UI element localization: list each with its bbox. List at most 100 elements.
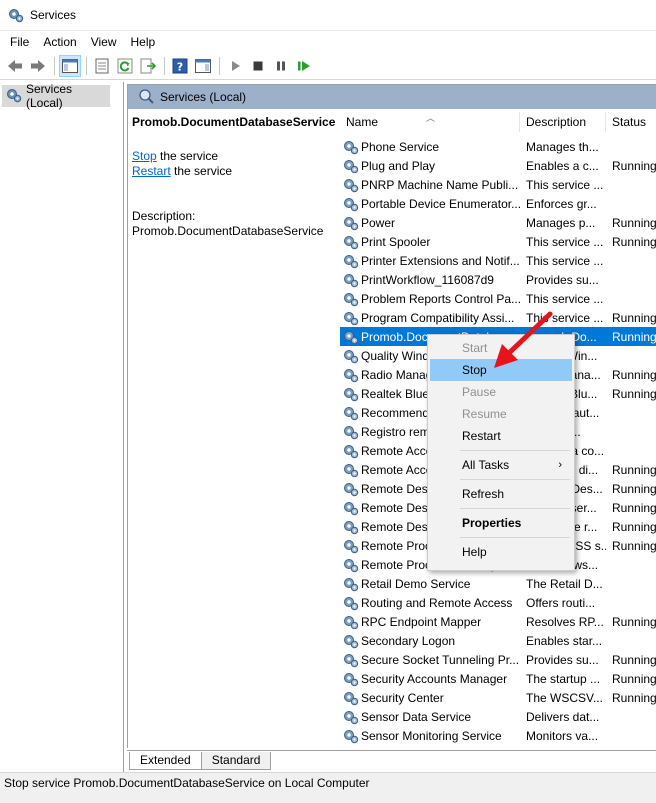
service-gear-icon bbox=[343, 576, 359, 592]
service-status: Running bbox=[612, 158, 656, 173]
service-gear-icon bbox=[343, 557, 359, 573]
start-service-icon[interactable] bbox=[224, 55, 246, 77]
table-row[interactable]: Print Spooler This service ... Running bbox=[340, 232, 656, 251]
pause-service-icon[interactable] bbox=[270, 55, 292, 77]
service-description: Resolves RP... bbox=[526, 614, 604, 629]
table-row[interactable]: RPC Endpoint Mapper Resolves RP... Running bbox=[340, 612, 656, 631]
table-row[interactable]: Retail Demo Service The Retail D... bbox=[340, 574, 656, 593]
menu-item-restart[interactable]: Restart bbox=[430, 425, 572, 447]
service-status: Running bbox=[612, 310, 656, 325]
service-name-cell: Phone Service bbox=[340, 139, 520, 155]
menu-item-help[interactable]: Help bbox=[430, 541, 572, 563]
table-row[interactable]: Printer Extensions and Notif... This serv… bbox=[340, 251, 656, 270]
service-name: Security Accounts Manager bbox=[361, 671, 508, 686]
content-header-title: Services (Local) bbox=[160, 90, 247, 104]
stop-service-icon[interactable] bbox=[247, 55, 269, 77]
action-pane-icon[interactable] bbox=[192, 55, 214, 77]
toolbar-separator bbox=[219, 57, 220, 75]
table-row[interactable]: Routing and Remote Access Offers routi... bbox=[340, 593, 656, 612]
restart-link-suffix: the service bbox=[170, 164, 233, 178]
list-header: ︿ Name Description Status bbox=[340, 109, 656, 137]
service-status: Running bbox=[612, 538, 656, 553]
show-hide-console-tree-icon[interactable] bbox=[59, 55, 81, 77]
column-header-status[interactable]: Status bbox=[606, 112, 656, 132]
back-arrow-icon[interactable] bbox=[4, 55, 26, 77]
sort-ascending-icon: ︿ bbox=[426, 113, 436, 123]
service-status: Running bbox=[612, 614, 656, 629]
table-row[interactable]: PrintWorkflow_116087d9 Provides su... bbox=[340, 270, 656, 289]
menu-item-pause[interactable]: Pause bbox=[430, 381, 572, 403]
magnifier-gear-icon bbox=[138, 88, 154, 107]
restart-service-icon[interactable] bbox=[293, 55, 315, 77]
menu-separator bbox=[460, 450, 570, 451]
menu-separator bbox=[460, 537, 570, 538]
menu-help[interactable]: Help bbox=[124, 31, 163, 53]
table-row[interactable]: Phone Service Manages th... bbox=[340, 137, 656, 156]
service-gear-icon bbox=[343, 196, 359, 212]
service-status: Running bbox=[612, 671, 656, 686]
service-description: Manages p... bbox=[526, 215, 596, 230]
window-title: Services bbox=[30, 8, 77, 22]
service-gear-icon bbox=[343, 519, 359, 535]
service-name-cell: Power bbox=[340, 215, 520, 231]
menu-action[interactable]: Action bbox=[36, 31, 83, 53]
service-status: Running bbox=[612, 234, 656, 249]
service-name: Routing and Remote Access bbox=[361, 595, 513, 610]
service-gear-icon bbox=[343, 158, 359, 174]
refresh-icon[interactable] bbox=[114, 55, 136, 77]
tree-item-services-local[interactable]: Services (Local) bbox=[2, 82, 110, 110]
service-name-cell: Security Accounts Manager bbox=[340, 671, 520, 687]
service-name: Plug and Play bbox=[361, 158, 436, 173]
service-gear-icon bbox=[343, 310, 359, 326]
description-pane: Promob.DocumentDatabaseService Stop the … bbox=[132, 115, 335, 239]
service-description: Offers routi... bbox=[526, 595, 596, 610]
menu-file[interactable]: File bbox=[0, 31, 36, 53]
forward-arrow-icon[interactable] bbox=[27, 55, 49, 77]
tab-standard[interactable]: Standard bbox=[200, 752, 272, 770]
table-row[interactable]: Security Center The WSCSV... Running bbox=[340, 688, 656, 707]
service-description: Enables star... bbox=[526, 633, 603, 648]
service-name: PNRP Machine Name Publi... bbox=[361, 177, 519, 192]
export-list-icon[interactable] bbox=[137, 55, 159, 77]
table-row[interactable]: Problem Reports Control Pa... This servic… bbox=[340, 289, 656, 308]
menu-item-properties[interactable]: Properties bbox=[430, 512, 572, 534]
service-gear-icon bbox=[343, 139, 359, 155]
properties-sheet-icon[interactable] bbox=[91, 55, 113, 77]
service-status: Running bbox=[612, 386, 656, 401]
table-row[interactable]: Portable Device Enumerator... Enforces gr… bbox=[340, 194, 656, 213]
table-row[interactable]: Plug and Play Enables a c... Running bbox=[340, 156, 656, 175]
service-status: Running bbox=[612, 215, 656, 230]
content-pane: Services (Local) Promob.DocumentDatabase… bbox=[127, 84, 656, 749]
menu-view[interactable]: View bbox=[84, 31, 124, 53]
table-row[interactable]: Secure Socket Tunneling Pr... Provides su… bbox=[340, 650, 656, 669]
table-row[interactable]: Sensor Data Service Delivers dat... bbox=[340, 707, 656, 726]
table-row[interactable]: Sensor Service A service fo... bbox=[340, 745, 656, 749]
service-description: Enforces gr... bbox=[526, 196, 597, 211]
service-gear-icon bbox=[343, 709, 359, 725]
menu-item-refresh[interactable]: Refresh bbox=[430, 483, 572, 505]
table-row[interactable]: Sensor Monitoring Service Monitors va... bbox=[340, 726, 656, 745]
table-row[interactable]: Secondary Logon Enables star... bbox=[340, 631, 656, 650]
stop-service-link[interactable]: Stop bbox=[132, 149, 157, 163]
service-name-cell: Secure Socket Tunneling Pr... bbox=[340, 652, 520, 668]
menu-item-all-tasks[interactable]: All Tasks › bbox=[430, 454, 572, 476]
service-name: Printer Extensions and Notif... bbox=[361, 253, 520, 268]
table-row[interactable]: PNRP Machine Name Publi... This service .… bbox=[340, 175, 656, 194]
table-row[interactable]: Power Manages p... Running bbox=[340, 213, 656, 232]
table-row[interactable]: Security Accounts Manager The startup ...… bbox=[340, 669, 656, 688]
service-name: PrintWorkflow_116087d9 bbox=[361, 272, 494, 287]
restart-service-link[interactable]: Restart bbox=[132, 164, 171, 178]
chevron-right-icon: › bbox=[558, 459, 562, 471]
service-name-cell: Sensor Data Service bbox=[340, 709, 520, 725]
menu-item-resume[interactable]: Resume bbox=[430, 403, 572, 425]
service-name-cell: Problem Reports Control Pa... bbox=[340, 291, 520, 307]
help-icon[interactable]: ? bbox=[169, 55, 191, 77]
tab-extended[interactable]: Extended bbox=[129, 752, 202, 770]
service-description: Provides su... bbox=[526, 652, 599, 667]
service-gear-icon bbox=[343, 386, 359, 402]
service-name: RPC Endpoint Mapper bbox=[361, 614, 482, 629]
service-gear-icon bbox=[343, 367, 359, 383]
service-name-cell: Security Center bbox=[340, 690, 520, 706]
service-description: This service ... bbox=[526, 291, 604, 306]
column-header-description[interactable]: Description bbox=[520, 112, 606, 132]
